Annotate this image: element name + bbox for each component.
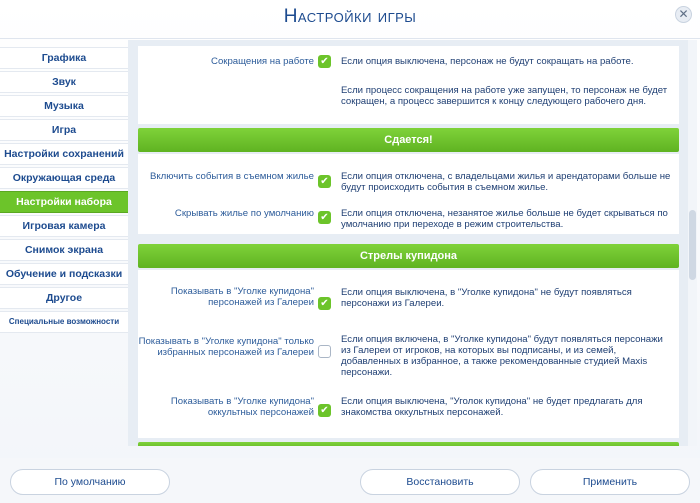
sidebar-item-graphics[interactable]: Графика (0, 47, 128, 69)
apply-button[interactable]: Применить (530, 469, 690, 495)
work-layoff-label: Сокращения на работе (211, 56, 314, 67)
hide-rent-label: Скрывать жилье по умолчанию (174, 208, 314, 219)
rent-events-label: Включить события в съемном жилье (149, 171, 314, 182)
cupid-gallery-desc: Если опция выключена, в "Уголке купидона… (341, 287, 632, 309)
cupid-occult-desc: Если опция выключена, "Уголок купидона" … (341, 396, 643, 418)
default-button[interactable]: По умолчанию (10, 469, 170, 495)
sidebar-item-tutorial[interactable]: Обучение и подсказки (0, 263, 128, 285)
cupid-gallery-label: Показывать в "Уголке купидона" персонаже… (170, 286, 314, 308)
work-layoff-extra: Если процесс сокращения на работе уже за… (341, 85, 668, 107)
close-icon[interactable]: ✕ (675, 6, 692, 23)
restore-button[interactable]: Восстановить (360, 469, 520, 495)
section-header-cupid: Стрелы купидона (138, 244, 679, 268)
sidebar-item-accessibility[interactable]: Специальные возможности (0, 311, 128, 333)
cupid-gallery-checkbox[interactable]: ✔ (318, 297, 331, 310)
scrollbar-thumb[interactable] (689, 210, 696, 280)
sidebar-item-save-settings[interactable]: Настройки сохранений (0, 143, 128, 165)
sidebar-item-environment[interactable]: Окружающая среда (0, 167, 128, 189)
sidebar-item-screenshot[interactable]: Снимок экрана (0, 239, 128, 261)
page-title: Настройки игры (283, 6, 417, 27)
sidebar-item-music[interactable]: Музыка (0, 95, 128, 117)
sidebar-item-pack-settings[interactable]: Настройки набора (0, 191, 128, 213)
work-layoff-desc: Если опция выключена, персонаж не будут … (341, 56, 634, 67)
settings-panel: Сокращения на работе ✔ Если опция выключ… (128, 40, 688, 446)
hide-rent-desc: Если опция отключена, незанятое жилье бо… (341, 208, 668, 230)
cupid-favorites-label: Показывать в "Уголке купидона" только из… (138, 336, 314, 358)
work-layoff-checkbox[interactable]: ✔ (318, 55, 331, 68)
sidebar-item-sound[interactable]: Звук (0, 71, 128, 93)
cupid-occult-label: Показывать в "Уголке купидона" оккультны… (170, 396, 314, 418)
section-header-next (138, 442, 679, 446)
settings-card-rent: Включить события в съемном жилье ✔ Если … (138, 154, 679, 234)
settings-card-work: Сокращения на работе ✔ Если опция выключ… (138, 46, 679, 124)
cupid-occult-checkbox[interactable]: ✔ (318, 404, 331, 417)
rent-events-checkbox[interactable]: ✔ (318, 175, 331, 188)
scrollbar[interactable] (688, 40, 697, 446)
sidebar-item-camera[interactable]: Игровая камера (0, 215, 128, 237)
sidebar: Графика Звук Музыка Игра Настройки сохра… (0, 47, 128, 335)
sidebar-item-game[interactable]: Игра (0, 119, 128, 141)
rent-events-desc: Если опция отключена, с владельцами жиль… (341, 171, 671, 193)
sidebar-item-other[interactable]: Другое (0, 287, 128, 309)
section-header-rent: Сдается! (138, 128, 679, 152)
header-divider (0, 38, 700, 39)
settings-card-cupid: Показывать в "Уголке купидона" персонаже… (138, 270, 679, 438)
cupid-favorites-checkbox[interactable] (318, 345, 331, 358)
cupid-favorites-desc: Если опция включена, в "Уголке купидона"… (341, 334, 663, 378)
hide-rent-checkbox[interactable]: ✔ (318, 211, 331, 224)
